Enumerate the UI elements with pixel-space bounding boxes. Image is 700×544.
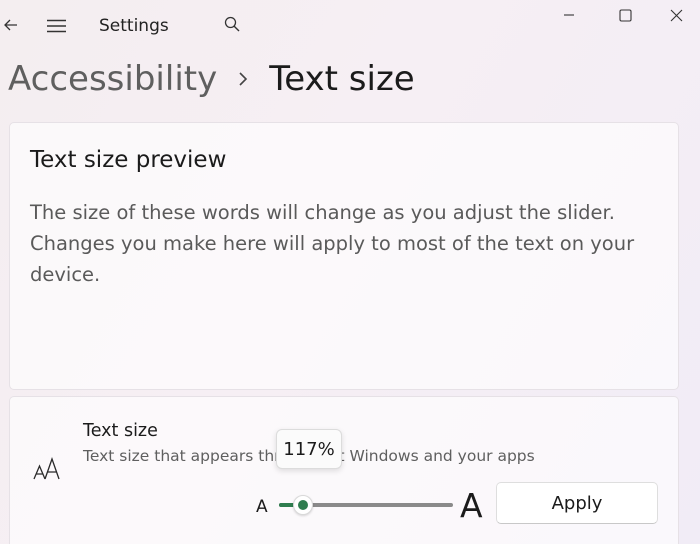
slider-value-tooltip: 117% (276, 429, 342, 469)
text-size-preview-card: Text size preview The size of these word… (9, 122, 679, 390)
setting-title: Text size (83, 421, 158, 441)
hamburger-menu-icon (46, 19, 66, 33)
search-icon (224, 16, 240, 32)
app-title: Settings (99, 16, 169, 36)
minimize-button[interactable] (541, 0, 597, 30)
maximize-button[interactable] (597, 0, 653, 30)
minimize-icon (564, 14, 574, 16)
preview-title: Text size preview (30, 147, 227, 173)
slider-thumb[interactable] (292, 495, 313, 515)
preview-text: The size of these words will change as y… (30, 201, 635, 286)
title-bar: Settings (0, 0, 700, 52)
navigation-menu-button[interactable] (40, 12, 72, 40)
text-size-setting-card: Text size Text size that appears through… (9, 396, 679, 544)
search-button[interactable] (218, 10, 246, 38)
back-arrow-icon (4, 19, 17, 31)
close-icon (670, 9, 683, 21)
page-title: Text size (269, 59, 415, 99)
breadcrumb-accessibility-link[interactable]: Accessibility (8, 59, 217, 99)
breadcrumb: Accessibility Text size (8, 55, 415, 103)
close-button[interactable] (653, 0, 700, 30)
back-button[interactable] (0, 10, 22, 40)
text-size-icon (32, 455, 62, 481)
chevron-right-icon (217, 71, 269, 87)
slider-min-label: A (256, 497, 268, 517)
slider-max-label: A (460, 486, 483, 525)
maximize-icon (618, 8, 632, 22)
text-size-slider[interactable] (279, 495, 453, 515)
apply-button[interactable]: Apply (496, 482, 658, 524)
